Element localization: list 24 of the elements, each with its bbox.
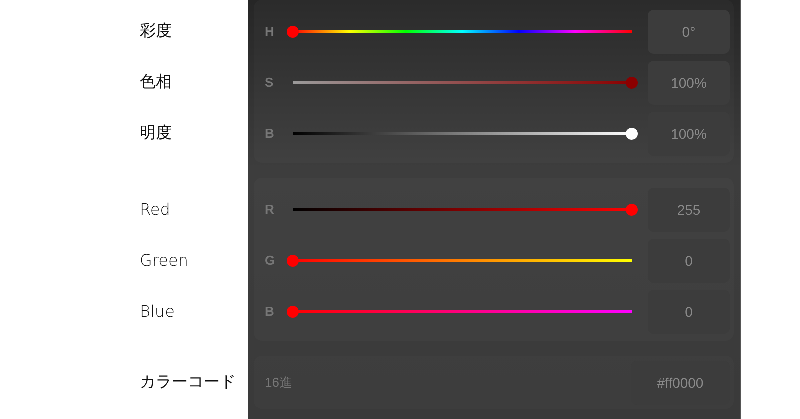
handwritten-note: Green — [140, 251, 188, 270]
handwritten-note: 色相 — [140, 72, 172, 93]
value-field[interactable]: 0° — [648, 10, 730, 54]
channel-label: G — [265, 253, 276, 268]
channel-label: B — [265, 304, 276, 319]
value-field[interactable]: 0 — [648, 290, 730, 334]
handwritten-note: Red — [140, 200, 170, 219]
channel-label: H — [265, 24, 276, 39]
slider-thumb[interactable] — [287, 254, 299, 266]
slider-thumb[interactable] — [626, 204, 638, 216]
slider-thumb[interactable] — [287, 26, 299, 38]
handwritten-note: 明度 — [140, 123, 172, 144]
handwritten-note: カラーコード — [140, 372, 236, 393]
slider-thumb[interactable] — [626, 76, 638, 88]
slider-thumb[interactable] — [287, 306, 299, 318]
handwritten-note: 彩度 — [140, 21, 172, 42]
handwritten-note: Blue — [140, 302, 175, 321]
channel-label: B — [265, 126, 276, 141]
hex-label: 16進 — [265, 374, 292, 392]
slider-thumb[interactable] — [626, 128, 638, 140]
value-field[interactable]: 100% — [648, 60, 730, 104]
value-field[interactable]: 255 — [648, 188, 730, 232]
channel-label: S — [265, 75, 275, 90]
value-field[interactable]: 0 — [648, 238, 730, 282]
